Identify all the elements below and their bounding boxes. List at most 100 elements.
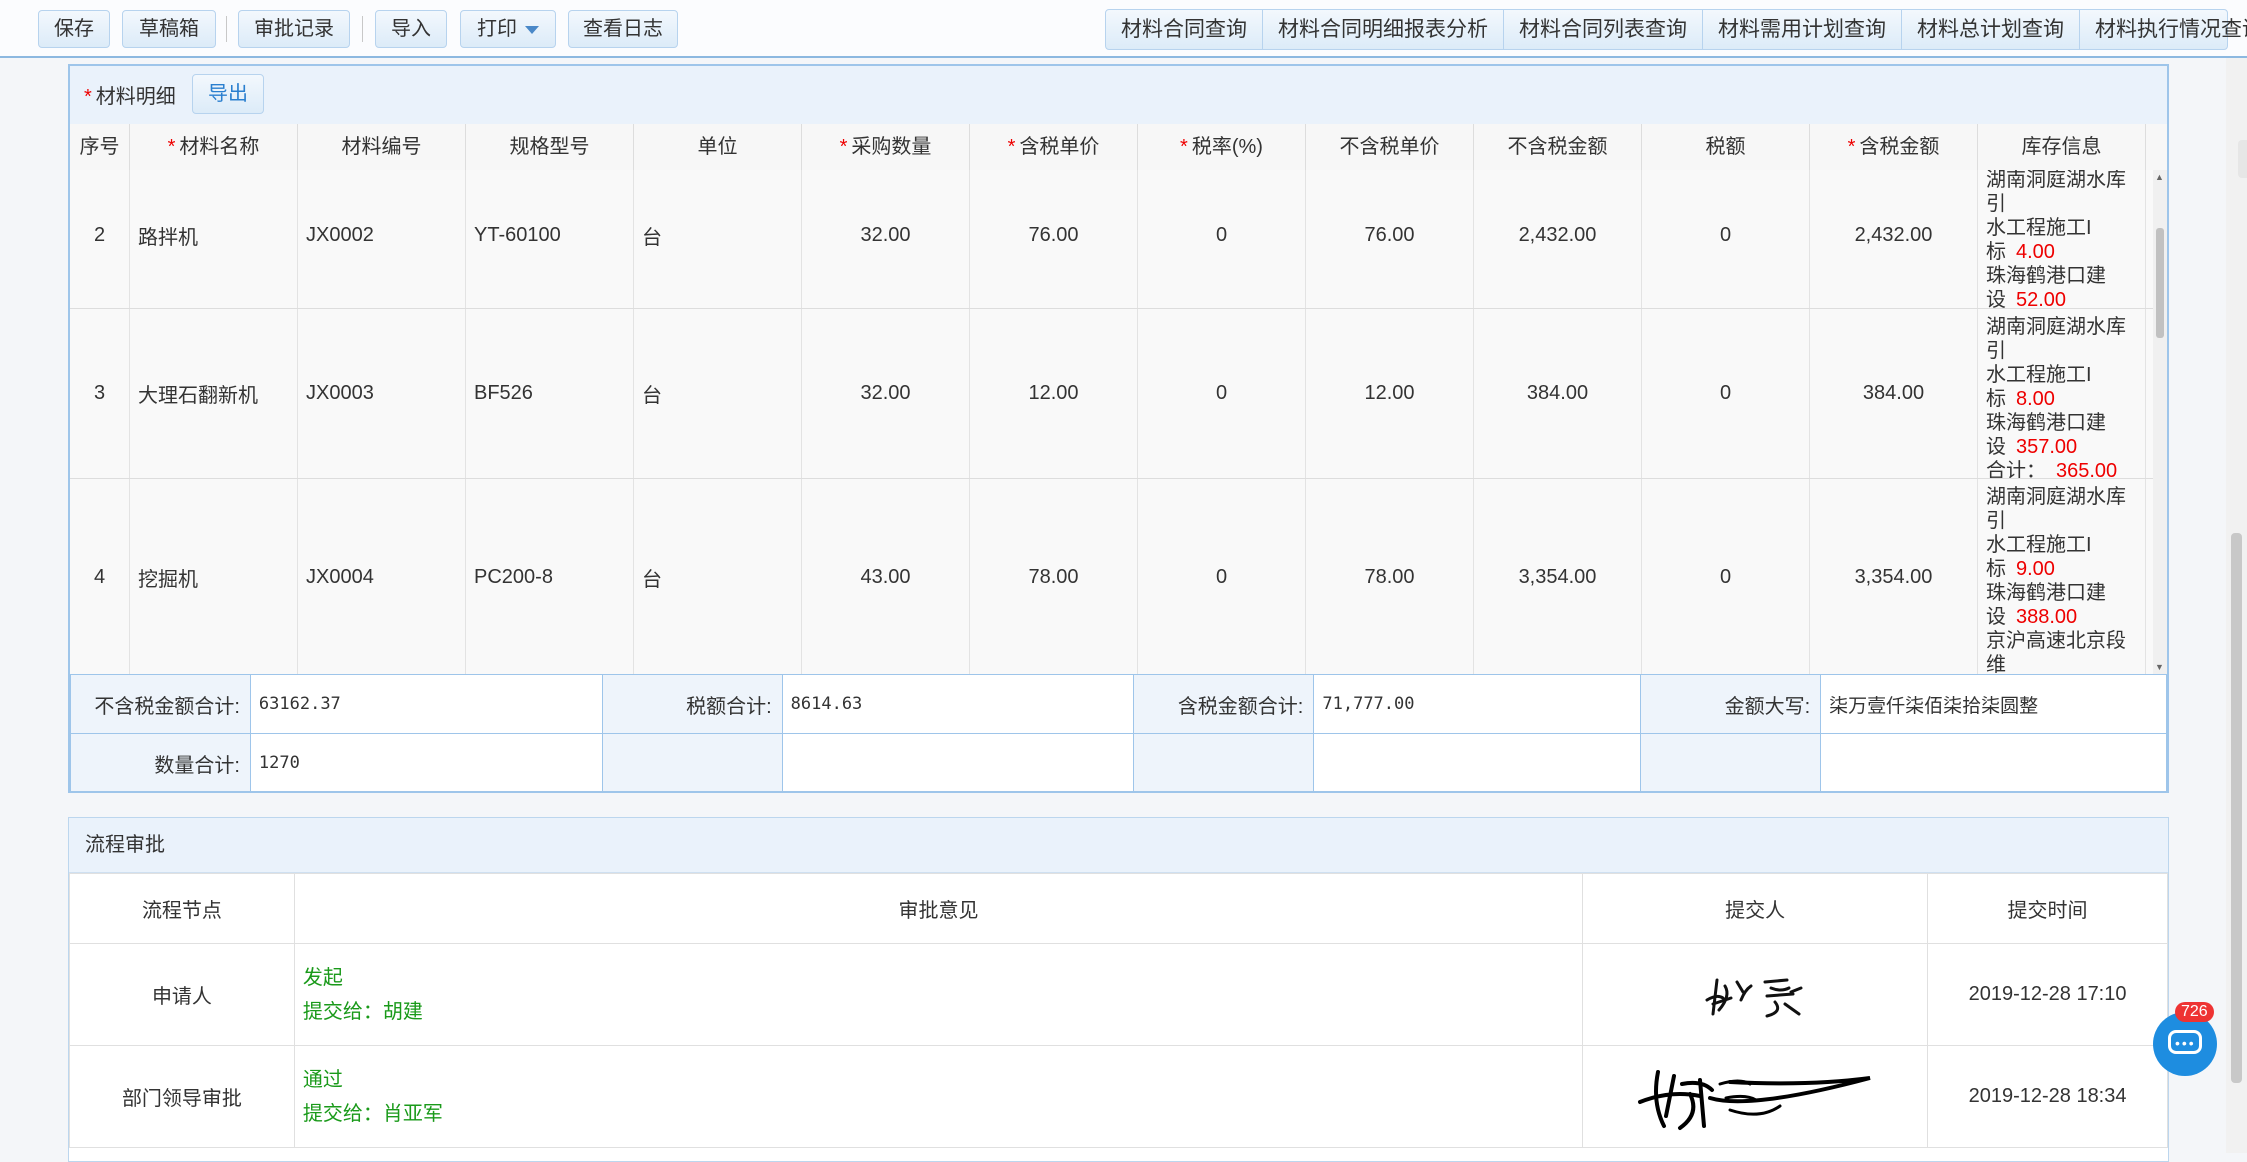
stock-project: 设 xyxy=(1986,606,2006,628)
top-toolbar: 保存 草稿箱 审批记录 导入 打印 查看日志 材料合同查询 材料合同明细报表分析… xyxy=(0,0,2247,58)
flow-approval-title: 流程审批 xyxy=(69,818,2168,873)
chevron-down-icon xyxy=(525,25,539,34)
header-label: 采购数量 xyxy=(851,136,932,158)
table-scrollbar[interactable]: ▲ ▼ xyxy=(2153,170,2167,674)
required-marker: * xyxy=(84,86,92,108)
col-amount-tax: 3,354.00 xyxy=(1810,479,1978,674)
col-qty: 32.00 xyxy=(802,309,970,478)
material-detail-panel: * 材料明细 导出 序号 * 材料名称 材料编号 规格型号 单位 * 采购数量 * 含税单价 * 税率(… xyxy=(68,64,2169,793)
col-amount-notax: 2,432.00 xyxy=(1474,170,1642,308)
col-stock: 湖南洞庭湖水库引 水工程施工I 标 8.00 珠海鹤港口建设 357.00 合计： 365.0… xyxy=(1978,309,2146,478)
col-price-tax: 78.00 xyxy=(970,479,1138,674)
tax-total-value: 8614.63 xyxy=(781,674,1135,734)
col-tax: 0 xyxy=(1642,309,1810,478)
table-row[interactable]: 3 大理石翻新机 JX0003 BF526 台 32.00 12.00 0 12.00 384.0… xyxy=(70,309,2167,479)
stock-line: 湖南洞庭湖水库引 xyxy=(1986,315,2145,363)
header-col-no: 序号 xyxy=(70,124,130,170)
flow-node: 申请人 xyxy=(69,943,295,1046)
flow-time: 2019-12-28 17:10 xyxy=(1927,943,2168,1046)
header-col-unit: 单位 xyxy=(634,124,802,170)
flow-next: 提交给：肖亚军 xyxy=(302,1102,443,1125)
table-row[interactable]: 4 挖掘机 JX0004 PC200-8 台 43.00 78.00 0 78.00 3,354.… xyxy=(70,479,2167,674)
col-header-opinion: 审批意见 xyxy=(293,873,1584,944)
col-unit: 台 xyxy=(634,309,802,478)
demand-plan-query-button[interactable]: 材料需用计划查询 xyxy=(1703,10,1902,49)
export-button[interactable]: 导出 xyxy=(192,74,264,114)
col-amount-notax: 3,354.00 xyxy=(1474,479,1642,674)
stock-qty: 8.00 xyxy=(2016,388,2055,410)
save-button[interactable]: 保存 xyxy=(38,10,110,48)
master-plan-query-button[interactable]: 材料总计划查询 xyxy=(1902,10,2080,49)
view-log-button[interactable]: 查看日志 xyxy=(568,10,678,48)
chat-button[interactable]: ••• 726 xyxy=(2153,1002,2217,1076)
col-tax-rate: 0 xyxy=(1138,309,1306,478)
signature-image xyxy=(1638,1069,1871,1130)
table-scrollbar-thumb[interactable] xyxy=(2156,228,2164,338)
flow-approval-table: 流程节点 审批意见 提交人 提交时间 申请人 发起 提交给：胡建 2019-12… xyxy=(69,873,2168,1148)
required-marker: * xyxy=(1847,136,1856,158)
side-panel-tab[interactable] xyxy=(2238,140,2247,178)
stock-project: 京沪高速北京段维 xyxy=(1986,630,2126,674)
amount-words-label: 金额大写: xyxy=(1640,674,1822,734)
stock-line: 合计： 365.00 xyxy=(1986,459,2145,478)
col-no: 4 xyxy=(70,479,130,674)
header-col-stock: 库存信息 xyxy=(1978,124,2146,170)
required-marker: * xyxy=(839,136,848,158)
print-label: 打印 xyxy=(477,18,517,40)
header-label: 含税单价 xyxy=(1019,136,1100,158)
required-marker: * xyxy=(1180,136,1188,158)
required-marker: * xyxy=(167,136,176,158)
import-button[interactable]: 导入 xyxy=(375,10,447,48)
flow-opinion: 通过 提交给：肖亚军 xyxy=(293,1045,1584,1148)
col-name: 挖掘机 xyxy=(130,479,298,674)
flow-node: 部门领导审批 xyxy=(69,1045,295,1148)
material-detail-title: * 材料明细 xyxy=(84,80,176,109)
scroll-up-arrow-icon[interactable]: ▲ xyxy=(2155,172,2164,182)
empty-cell xyxy=(1820,733,2167,791)
approval-record-button[interactable]: 审批记录 xyxy=(238,10,350,48)
print-dropdown-button[interactable]: 打印 xyxy=(460,10,556,48)
header-col-amount-tax: * 含税金额 xyxy=(1810,124,1978,170)
col-spec: BF526 xyxy=(466,309,634,478)
flow-approval-panel: 流程审批 流程节点 审批意见 提交人 提交时间 申请人 发起 提交给：胡建 20… xyxy=(68,817,2169,1162)
col-amount-tax: 2,432.00 xyxy=(1810,170,1978,308)
col-no: 3 xyxy=(70,309,130,478)
material-contract-query-button[interactable]: 材料合同查询 xyxy=(1106,10,1263,49)
col-stock: 湖南洞庭湖水库引 水工程施工I 标 9.00 珠海鹤港口建设 388.00 京沪高速北京段维… xyxy=(1978,479,2146,674)
table-row[interactable]: 2 路拌机 JX0002 YT-60100 台 32.00 76.00 0 76.00 2,432… xyxy=(70,170,2167,309)
scroll-down-arrow-icon[interactable]: ▼ xyxy=(2155,662,2164,672)
qty-total-value: 1270 xyxy=(249,733,603,791)
col-code: JX0002 xyxy=(298,170,466,308)
summary-table: 不含税金额合计: 63162.37 税额合计: 8614.63 含税金额合计: … xyxy=(70,674,2167,791)
page-scrollbar-thumb[interactable] xyxy=(2231,533,2242,1083)
stock-line: 设 388.00 xyxy=(1986,605,2145,629)
material-table-header: 序号 * 材料名称 材料编号 规格型号 单位 * 采购数量 * 含税单价 * 税率(%) 不含税单价 不含… xyxy=(70,124,2167,171)
col-amount-notax: 384.00 xyxy=(1474,309,1642,478)
draft-box-button[interactable]: 草稿箱 xyxy=(122,10,216,48)
stock-line: 京沪高速北京段维 xyxy=(1986,629,2145,674)
col-header-submitter: 提交人 xyxy=(1582,873,1929,944)
col-unit: 台 xyxy=(634,170,802,308)
stock-line: 水工程施工I xyxy=(1986,216,2145,240)
stock-qty: 9.00 xyxy=(2016,558,2055,580)
amount-words-value: 柒万壹仟柒佰柒拾柒圆整 xyxy=(1820,674,2167,734)
stock-line: 标 4.00 xyxy=(1986,240,2145,264)
flow-action: 发起 xyxy=(302,966,343,989)
header-label: 不含税金额 xyxy=(1507,136,1608,158)
empty-cell xyxy=(781,733,1135,791)
stock-project: 珠海鹤港口建 xyxy=(1986,582,2106,604)
toolbar-divider xyxy=(226,16,227,42)
contract-list-query-button[interactable]: 材料合同列表查询 xyxy=(1504,10,1703,49)
execution-query-button[interactable]: 材料执行情况查询 xyxy=(2080,10,2247,49)
stock-qty: 365.00 xyxy=(2056,460,2118,478)
page-scrollbar[interactable] xyxy=(2226,58,2247,1153)
contract-detail-report-button[interactable]: 材料合同明细报表分析 xyxy=(1263,10,1504,49)
material-table-body[interactable]: 2 路拌机 JX0002 YT-60100 台 32.00 76.00 0 76.00 2,432… xyxy=(70,170,2167,674)
col-unit: 台 xyxy=(634,479,802,674)
header-col-price-notax: 不含税单价 xyxy=(1306,124,1474,170)
flow-opinion: 发起 提交给：胡建 xyxy=(293,943,1584,1046)
stock-line: 珠海鹤港口建 xyxy=(1986,264,2145,288)
col-qty: 32.00 xyxy=(802,170,970,308)
required-marker: * xyxy=(1007,136,1016,158)
stock-project: 标 xyxy=(1986,388,2006,410)
